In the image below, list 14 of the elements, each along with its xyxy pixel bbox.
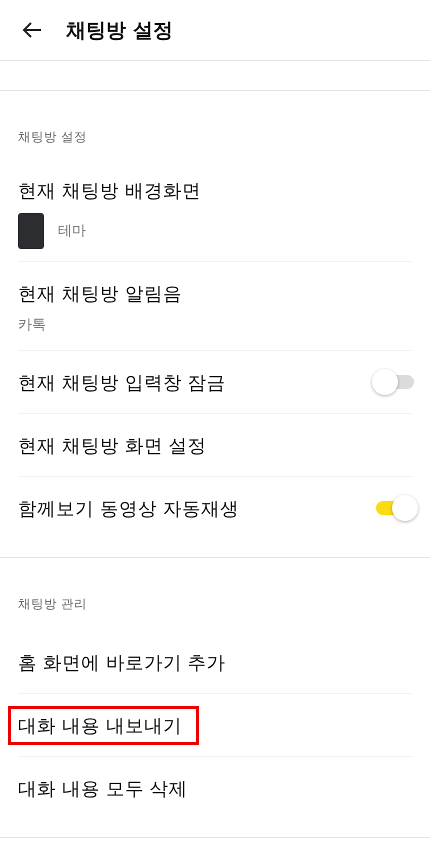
section-label: 채팅방 관리	[17, 596, 88, 613]
setting-item[interactable]: 현재 채팅방 배경화면	[18, 178, 201, 203]
setting-item[interactable]: 현재 채팅방 입력창 잠금	[18, 370, 226, 394]
screen-title: 채팅방 설정	[66, 16, 173, 44]
setting-item[interactable]: 현재 채팅방 화면 설정	[18, 432, 207, 458]
setting-value: 카톡	[18, 316, 46, 334]
highlighted-setting-item[interactable]: 대화 내용 내보내기	[8, 706, 199, 744]
setting-value: 테마	[58, 222, 86, 240]
setting-item[interactable]: 현재 채팅방 알림음	[18, 280, 182, 306]
section-label: 채팅방 설정	[17, 129, 88, 146]
setting-item[interactable]: 함께보기 동영상 자동재생	[18, 496, 239, 520]
wallpaper-thumbnail	[18, 213, 44, 249]
setting-item[interactable]: 홈 화면에 바로가기 추가	[18, 650, 226, 674]
setting-item[interactable]: 대화 내용 모두 삭제	[18, 776, 188, 800]
